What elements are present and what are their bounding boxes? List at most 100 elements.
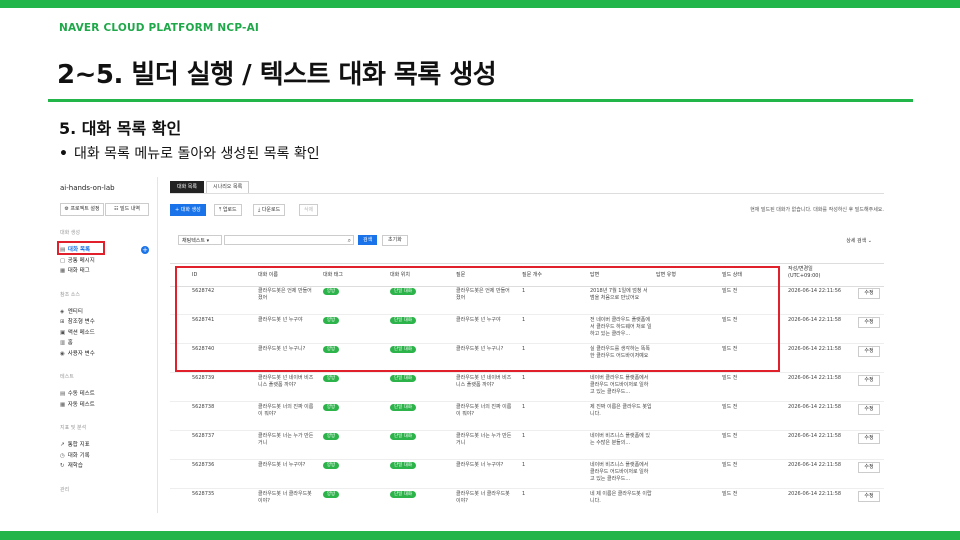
cell-build-status: 빌드 전 xyxy=(722,433,738,439)
table-row[interactable]: 5628739 클라우드봇 넌 네이버 비즈니스 플랫폼 까야? 양방 단일 대화 클라… xyxy=(170,372,884,402)
project-settings-button[interactable]: ⚙ 프로젝트 설정 xyxy=(60,203,104,216)
table-row[interactable]: 5628736 클라우드봇 너 누구야? 양방 단일 대화 클라우드봇 너 누구야? 1 네… xyxy=(170,459,884,489)
search-input[interactable]: ⌕ xyxy=(224,235,354,245)
table-row[interactable]: 5628735 클라우드봇 너 클라우드봇이야? 양방 단일 대화 클라우드봇 너 클라… xyxy=(170,488,884,513)
sidebar-group-label: 참조 소스 xyxy=(60,291,80,298)
sidebar-item-label: 사용자 변수 xyxy=(66,350,95,357)
cell-build-status: 빌드 전 xyxy=(722,404,738,410)
cell-name: 클라우드봇 너 클라우드봇이야? xyxy=(258,491,312,504)
cell-build-status: 빌드 전 xyxy=(722,462,738,468)
edit-button[interactable]: 수정 xyxy=(858,288,880,299)
cell-question: 클라우드봇 넌 네이버 비즈니스 플랫폼 까야? xyxy=(456,375,512,388)
sidebar-group-label: 대화 생성 xyxy=(60,230,80,236)
sidebar-item-label: 수동 테스트 xyxy=(66,391,95,397)
sidebar: ai-hands-on-lab ⚙ 프로젝트 설정 ☷ 빌드 내역 + 대화 생… xyxy=(57,177,158,513)
sidebar-item-label: 대화 목록 xyxy=(66,247,91,253)
reset-button[interactable]: 초기화 xyxy=(382,235,408,246)
cell-id: 5628738 xyxy=(192,404,215,410)
project-name: ai-hands-on-lab xyxy=(60,184,115,192)
cell-question: 클라우드봇 너 클라우드봇이야? xyxy=(456,491,510,504)
sidebar-item[interactable]: ◷ 대화 기록 xyxy=(60,451,90,459)
table-row[interactable]: 5628738 클라우드봇 너의 진짜 이름이 뭐야? 양방 단일 대화 클라우드봇 너… xyxy=(170,401,884,431)
sidebar-item[interactable]: ◉ 사용자 변수 xyxy=(60,349,95,357)
cell-count: 1 xyxy=(522,462,526,468)
sidebar-item[interactable]: ↗ 통합 지표 xyxy=(60,440,90,448)
delete-button[interactable]: 삭제 xyxy=(299,204,319,216)
sidebar-item-label: 참조형 변수 xyxy=(66,319,95,325)
sidebar-item-label: 통합 지표 xyxy=(66,442,90,448)
cell-name: 클라우드봇 넌 네이버 비즈니스 플랫폼 까야? xyxy=(258,375,314,388)
sidebar-item-label: 대화 기록 xyxy=(66,452,90,459)
chevron-down-icon: ⌄ xyxy=(867,238,872,244)
edit-button[interactable]: 수정 xyxy=(858,375,880,386)
cell-name: 클라우드봇 너의 진짜 이름이 뭐야? xyxy=(258,404,314,417)
edit-button[interactable]: 수정 xyxy=(858,404,880,415)
sidebar-item[interactable]: ▥ 홈 xyxy=(60,338,73,346)
edit-button[interactable]: 수정 xyxy=(858,317,880,328)
cell-count: 1 xyxy=(522,433,526,439)
upload-button[interactable]: ⤒ 업로드 xyxy=(214,204,242,216)
cell-date: 2026-06-14 22:11:58 xyxy=(788,462,842,468)
add-conversation-icon[interactable]: + xyxy=(141,246,149,254)
cell-build-status: 빌드 전 xyxy=(722,491,738,497)
sidebar-item[interactable]: ▤ 대화 목록 xyxy=(60,245,90,253)
cell-date: 2026-06-14 22:11:58 xyxy=(788,346,842,352)
sidebar-item[interactable]: ▣ 액션 메소드 xyxy=(60,328,95,336)
sidebar-item[interactable]: ◈ 엔티티 xyxy=(60,307,83,315)
tag-badge: 양방 xyxy=(323,404,339,411)
edit-button[interactable]: 수정 xyxy=(858,433,880,444)
cell-date: 2026-06-14 22:11:58 xyxy=(788,491,842,497)
cell-date: 2026-06-14 22:11:58 xyxy=(788,375,842,381)
cell-date: 2026-06-14 22:11:58 xyxy=(788,404,842,410)
bullet-text-line: • 대화 목록 메뉴로 돌아와 생성된 목록 확인 xyxy=(59,143,320,163)
location-badge: 단일 대화 xyxy=(390,491,416,498)
filter-select[interactable]: 채팅텍스트 ▾ xyxy=(178,235,222,245)
edit-button[interactable]: 수정 xyxy=(858,462,880,473)
tag-badge: 양방 xyxy=(323,491,339,498)
top-accent-bar xyxy=(0,0,960,8)
sidebar-item[interactable]: ▢ 공통 메시지 xyxy=(60,256,95,264)
edit-button[interactable]: 수정 xyxy=(858,491,880,502)
bottom-accent-bar xyxy=(0,531,960,540)
cell-answer: 네 제 이름은 클라우드봇 이랍니다. xyxy=(590,491,652,504)
build-history-button[interactable]: ☷ 빌드 내역 xyxy=(105,203,149,216)
sidebar-group-label: 지표 및 분석 xyxy=(60,425,87,431)
cell-count: 1 xyxy=(522,404,526,410)
sidebar-item[interactable]: ▦ 자동 테스트 xyxy=(60,400,95,408)
cell-id: 5628735 xyxy=(192,491,215,497)
download-button[interactable]: ⤓ 다운로드 xyxy=(253,204,286,216)
cell-build-status: 빌드 전 xyxy=(722,375,738,381)
cell-id: 5628739 xyxy=(192,375,215,381)
table-highlight-box xyxy=(175,266,780,372)
sidebar-item[interactable]: ↻ 재학습 xyxy=(60,461,83,469)
location-badge: 단일 대화 xyxy=(390,375,416,382)
sidebar-item-label: 액션 메소드 xyxy=(66,329,95,336)
cell-date: 2026-06-14 22:11:58 xyxy=(788,433,842,439)
tag-badge: 양방 xyxy=(323,433,339,440)
cell-id: 5628736 xyxy=(192,462,215,468)
cell-answer: 네이버 비즈니스 플랫폼에 있는 수많은 분들의... xyxy=(590,433,650,446)
sidebar-item-label: 자동 테스트 xyxy=(66,401,95,408)
tag-badge: 양방 xyxy=(323,462,339,469)
detail-search-toggle[interactable]: 상세 검색 ⌄ xyxy=(846,237,872,244)
bullet-text: 대화 목록 메뉴로 돌아와 생성된 목록 확인 xyxy=(73,146,320,162)
sidebar-group-label: 테스트 xyxy=(60,374,74,380)
table-row[interactable]: 5628737 클라우드봇 너는 누가 만든 거니 양방 단일 대화 클라우드봇 너는 … xyxy=(170,430,884,460)
sidebar-item-label: 재학습 xyxy=(66,463,83,469)
sidebar-item[interactable]: ⊞ 참조형 변수 xyxy=(60,317,95,325)
search-button[interactable]: 검색 xyxy=(358,235,378,245)
cell-answer: 제 진짜 이름은 클라우드 봇입니다. xyxy=(590,404,652,417)
sidebar-item[interactable]: ▤ 수동 테스트 xyxy=(60,389,95,397)
sidebar-item-label: 대화 태그 xyxy=(66,268,90,274)
sidebar-item[interactable]: ▦ 대화 태그 xyxy=(60,266,90,274)
location-badge: 단일 대화 xyxy=(390,404,416,411)
edit-button[interactable]: 수정 xyxy=(858,346,880,357)
sidebar-group-label: 관리 xyxy=(60,486,70,493)
cell-date: 2026-06-14 22:11:56 xyxy=(788,288,842,294)
cell-question: 클라우드봇 너의 진짜 이름이 뭐야? xyxy=(456,404,512,417)
search-icon[interactable]: ⌕ xyxy=(348,237,351,244)
cell-date: 2026-06-14 22:11:58 xyxy=(788,317,842,323)
console-screenshot: ai-hands-on-lab ⚙ 프로젝트 설정 ☷ 빌드 내역 + 대화 생… xyxy=(57,177,884,513)
create-conversation-button[interactable]: + 대화 생성 xyxy=(170,204,206,216)
cell-count: 1 xyxy=(522,491,526,497)
